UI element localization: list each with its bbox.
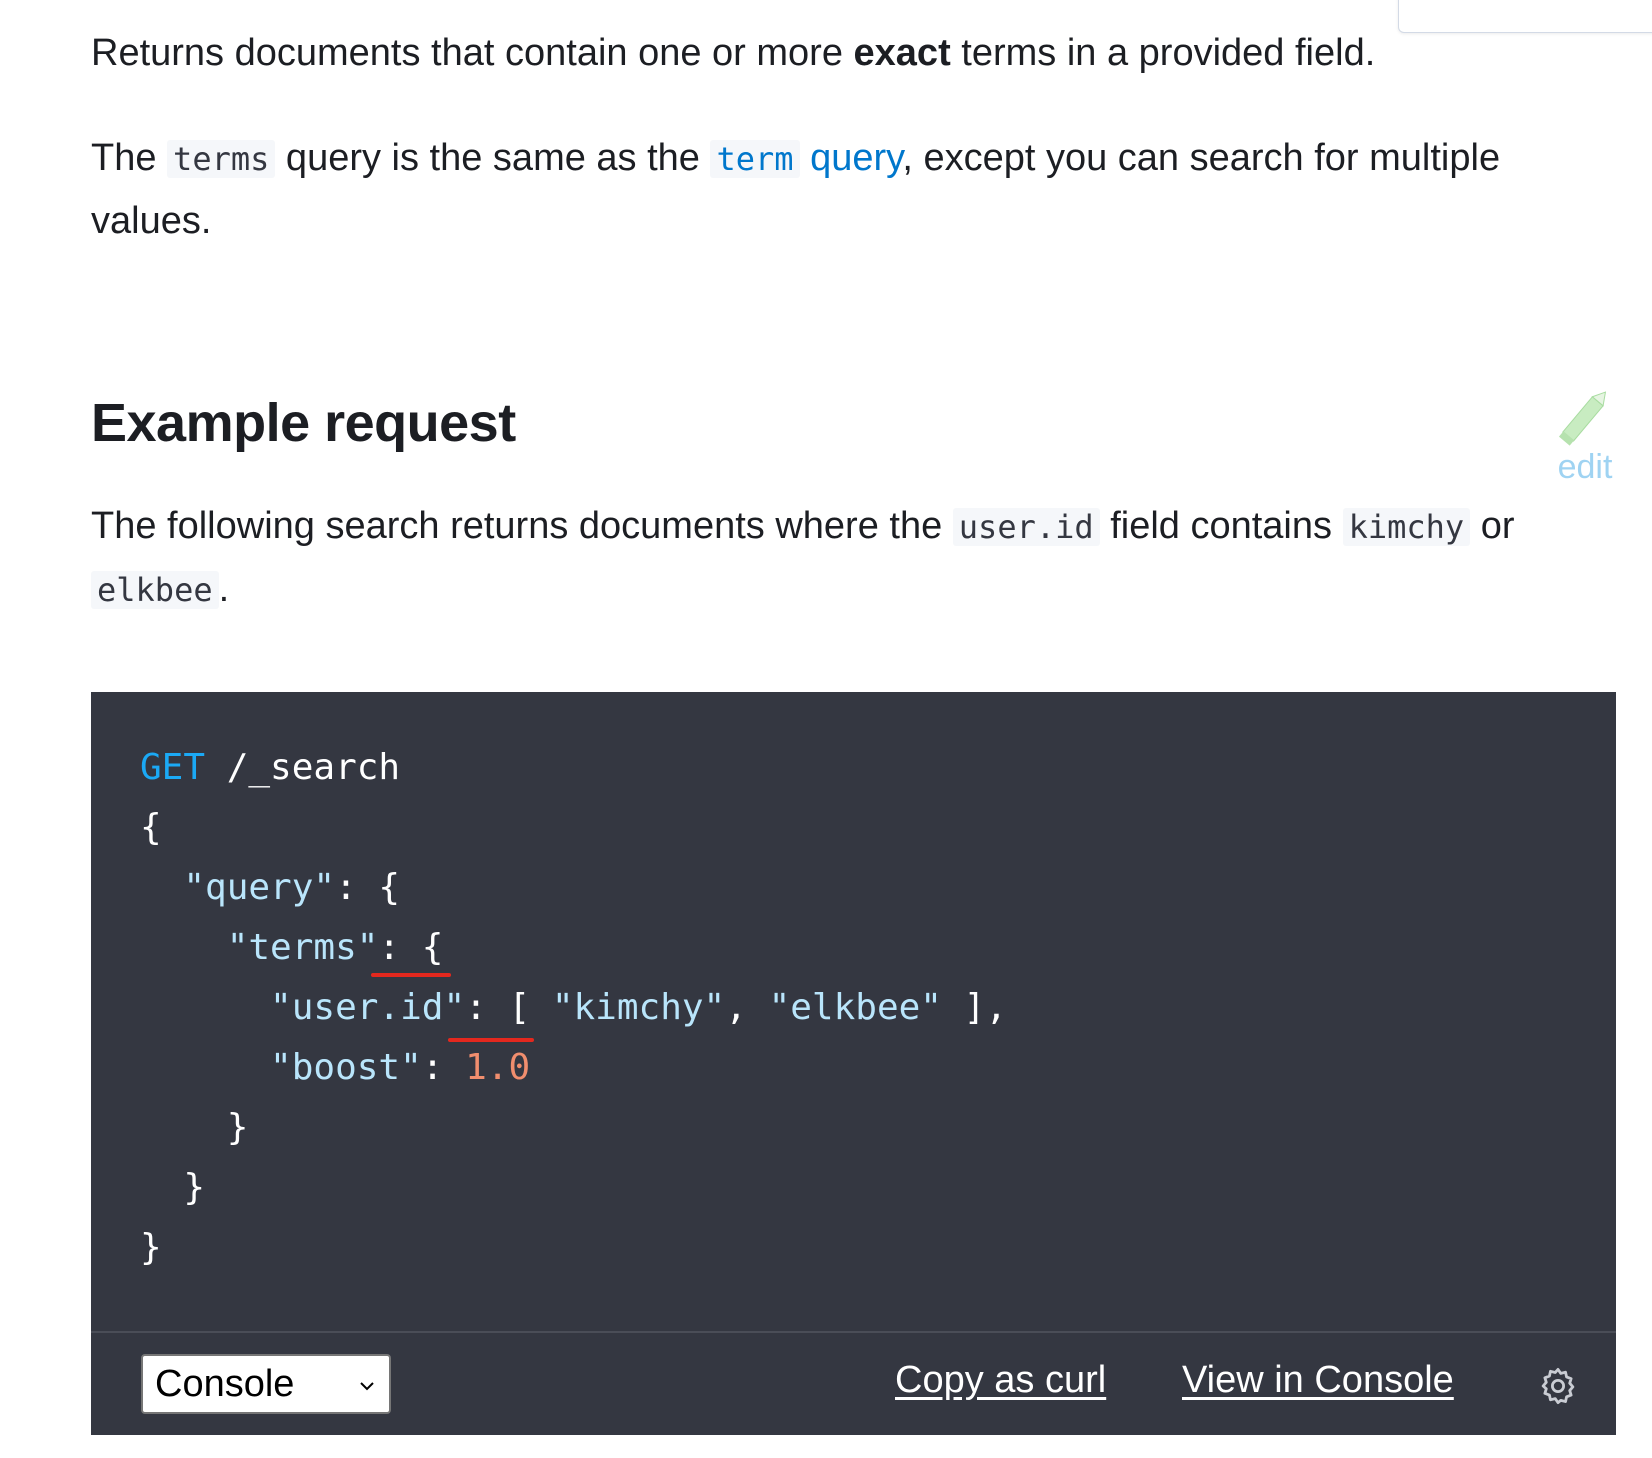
inline-code-terms: terms xyxy=(167,140,276,178)
code-punc: : { xyxy=(335,867,401,908)
view-in-console-link[interactable]: View in Console xyxy=(1182,1359,1454,1402)
code-line: } xyxy=(183,1167,206,1208)
code-key-user-id: "user.id" xyxy=(270,987,466,1028)
code-line: { xyxy=(140,807,162,848)
code-path: /_search xyxy=(205,747,401,788)
intro-paragraph: Returns documents that contain one or mo… xyxy=(91,22,1616,84)
code-key-terms: "terms" xyxy=(226,927,379,968)
docs-page: Returns documents that contain one or mo… xyxy=(0,0,1652,1458)
annotation-underline-user-id xyxy=(371,973,451,977)
code-line: } xyxy=(226,1107,249,1148)
code-key-boost: "boost" xyxy=(270,1047,422,1088)
code-line: } xyxy=(140,1227,162,1268)
code-value-kimchy: "kimchy" xyxy=(551,987,726,1028)
p3-text-mid: field contains xyxy=(1099,505,1343,547)
terms-description-paragraph: The terms query is the same as the term … xyxy=(91,127,1616,252)
language-select-value: Console xyxy=(155,1363,295,1405)
edit-link[interactable]: edit xyxy=(1540,388,1630,487)
code-content: GET /_search { "query": { "terms": { "us… xyxy=(140,738,1007,1278)
p3-text-end: . xyxy=(218,568,230,610)
language-select[interactable]: Console xyxy=(141,1354,391,1414)
code-value-boost: 1.0 xyxy=(465,1047,531,1088)
code-snippet: GET /_search { "query": { "terms": { "us… xyxy=(91,692,1616,1435)
example-description-paragraph: The following search returns documents w… xyxy=(91,495,1616,621)
intro-bold-exact: exact xyxy=(853,32,951,74)
term-query-link[interactable]: term query xyxy=(710,137,902,179)
gear-icon[interactable] xyxy=(1537,1365,1579,1407)
code-punc: : xyxy=(421,1047,466,1088)
code-key-query: "query" xyxy=(183,867,336,908)
p3-text-or: or xyxy=(1470,505,1515,547)
code-http-method: GET xyxy=(140,747,206,788)
edit-label: edit xyxy=(1557,448,1613,486)
chevron-down-icon xyxy=(360,1382,374,1391)
inline-code-kimchy: kimchy xyxy=(1342,508,1471,546)
intro-text-end: terms in a provided field. xyxy=(950,32,1376,74)
code-snippet-toolbar: Console Copy as curl View in Console xyxy=(91,1331,1616,1437)
inline-code-term: term xyxy=(710,140,800,178)
intro-text: Returns documents that contain one or mo… xyxy=(91,32,854,74)
code-punc: ], xyxy=(941,987,1007,1028)
annotation-underline-boost xyxy=(448,1038,534,1042)
section-heading: Example request xyxy=(91,393,516,453)
copy-as-curl-link[interactable]: Copy as curl xyxy=(895,1359,1106,1402)
pencil-icon xyxy=(1558,391,1607,446)
code-punc: , xyxy=(725,987,769,1028)
inline-code-elkbee: elkbee xyxy=(91,571,219,609)
p2-text-the: The xyxy=(91,137,168,179)
code-value-elkbee: "elkbee" xyxy=(768,987,942,1028)
inline-code-user-id: user.id xyxy=(952,508,1100,546)
p2-text-mid: query is the same as the xyxy=(275,137,711,179)
p3-text-before: The following search returns documents w… xyxy=(91,505,953,547)
code-punc: : { xyxy=(378,927,444,968)
term-query-link-text: query xyxy=(799,137,903,179)
code-punc: : [ xyxy=(465,987,552,1028)
